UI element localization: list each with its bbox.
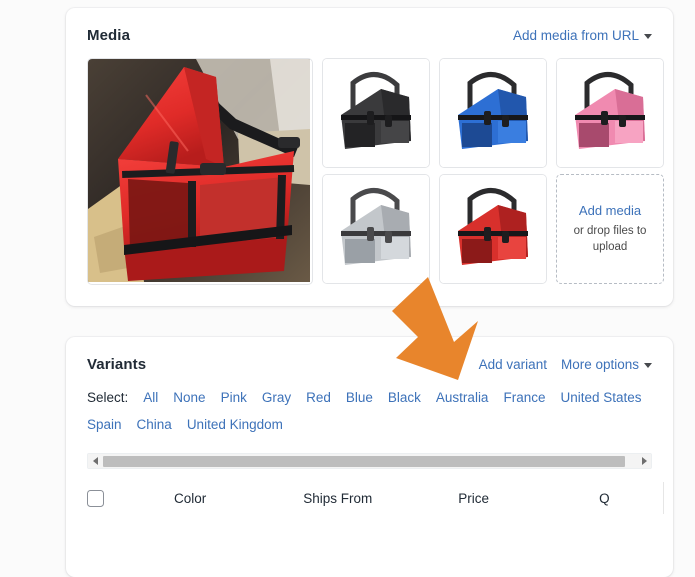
column-header-ships-from[interactable]: Ships From (303, 491, 372, 506)
add-media-dropzone[interactable]: Add media or drop files to upload (556, 174, 664, 284)
media-hero-thumbnail[interactable] (87, 58, 313, 285)
select-link-spain[interactable]: Spain (87, 417, 122, 432)
select-link-gray[interactable]: Gray (262, 390, 291, 405)
add-media-from-url-button[interactable]: Add media from URL (513, 28, 652, 43)
drop-files-hint: or drop files to upload (573, 225, 647, 253)
media-card-header: Media Add media from URL (66, 8, 673, 44)
product-photo-red (440, 175, 546, 283)
column-header-price[interactable]: Price (458, 491, 489, 506)
select-link-all[interactable]: All (143, 390, 158, 405)
variants-header-actions: Add variant More options (479, 357, 652, 372)
add-media-label: Add media (578, 203, 642, 219)
select-link-china[interactable]: China (137, 417, 172, 432)
media-grid: Add media or drop files to upload (66, 44, 673, 285)
select-link-united-states[interactable]: United States (560, 390, 641, 405)
media-thumbnail-gray[interactable] (322, 174, 430, 284)
scrollbar-right-arrow-button[interactable] (637, 454, 651, 468)
select-link-pink[interactable]: Pink (221, 390, 247, 405)
select-all-checkbox[interactable] (87, 489, 104, 507)
variants-table-horizontal-scrollbar[interactable] (87, 453, 652, 469)
chevron-right-icon (641, 457, 647, 465)
product-photo-pink (557, 59, 663, 167)
column-header-quantity[interactable]: Q (599, 491, 611, 506)
media-thumbnail-grid: Add media or drop files to upload (322, 58, 664, 285)
hero-product-photo (88, 59, 310, 282)
more-options-label: More options (560, 357, 639, 372)
media-card: Media Add media from URL Add media or dr… (66, 8, 673, 306)
add-media-from-url-label: Add media from URL (512, 28, 639, 43)
select-link-france[interactable]: France (503, 390, 545, 405)
chevron-down-icon (644, 34, 652, 39)
media-thumbnail-black[interactable] (322, 58, 430, 168)
product-photo-gray (323, 175, 429, 283)
select-link-blue[interactable]: Blue (346, 390, 373, 405)
add-variant-button[interactable]: Add variant (479, 357, 547, 372)
select-link-united-kingdom[interactable]: United Kingdom (187, 417, 283, 432)
variants-card: Variants Add variant More options Select… (66, 337, 673, 577)
scrollbar-track[interactable] (102, 454, 637, 468)
scrollbar-thumb[interactable] (103, 455, 626, 467)
variant-select-links: Select: All None Pink Gray Red Blue Blac… (66, 373, 668, 432)
media-thumbnail-blue[interactable] (439, 58, 547, 168)
variants-table-header-row: Color Ships From Price Q (66, 478, 673, 518)
variants-card-header: Variants Add variant More options (66, 337, 673, 373)
page-title: Media (87, 27, 131, 44)
select-link-black[interactable]: Black (388, 390, 421, 405)
media-thumbnail-pink[interactable] (556, 58, 664, 168)
media-header-actions: Add media from URL (513, 28, 652, 43)
scrollbar-left-arrow-button[interactable] (88, 454, 102, 468)
select-link-australia[interactable]: Australia (436, 390, 489, 405)
media-thumbnail-red[interactable] (439, 174, 547, 284)
column-divider (663, 482, 664, 514)
chevron-down-icon (644, 363, 652, 368)
product-photo-blue (440, 59, 546, 167)
select-link-red[interactable]: Red (306, 390, 331, 405)
select-link-none[interactable]: None (173, 390, 205, 405)
more-options-button[interactable]: More options (561, 357, 652, 372)
select-label: Select: (87, 390, 129, 405)
column-header-color[interactable]: Color (174, 491, 206, 506)
product-photo-black (323, 59, 429, 167)
variants-title: Variants (87, 356, 147, 373)
chevron-left-icon (92, 457, 98, 465)
